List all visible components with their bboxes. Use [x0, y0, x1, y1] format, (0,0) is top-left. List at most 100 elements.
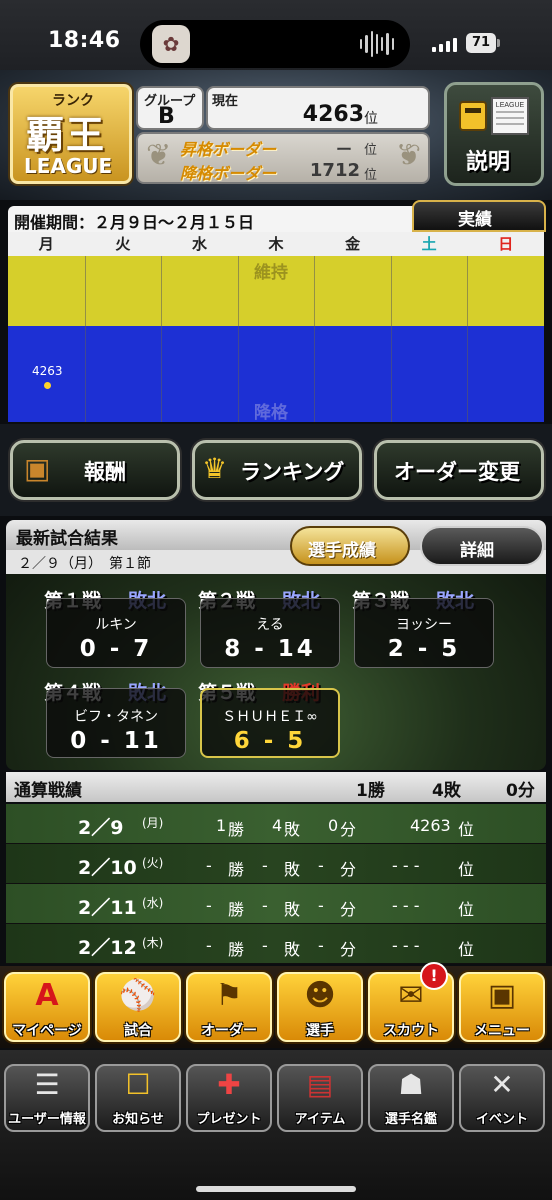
game-4-opponent: ビフ・タネン: [74, 709, 158, 725]
calendar-divider: [391, 256, 392, 422]
nav-user-info-label: ユーザー情報: [8, 1112, 86, 1127]
record-draws: 0: [328, 816, 339, 835]
game-1-opponent: ルキン: [95, 617, 137, 633]
laurel-left-icon: ❦: [146, 138, 172, 173]
record-rank-unit: 位: [458, 900, 475, 919]
lineup-icon: ⚑: [215, 978, 243, 1013]
nav-present-label: プレゼント: [196, 1112, 262, 1127]
record-wins: -: [206, 936, 212, 955]
nav-mypage-label: マイページ: [12, 1023, 82, 1039]
weekday-mon: 月: [38, 235, 54, 253]
calendar-divider: [314, 256, 315, 422]
cumulative-record-title: 通算戦績: [14, 781, 82, 801]
schedule-period: 開催期間：２月９日～２月１５日: [14, 213, 255, 232]
game-3-score: 2 - 5: [387, 636, 461, 662]
promotion-border-unit: 位: [364, 143, 378, 158]
record-wins-unit: 勝: [228, 940, 245, 959]
record-weekday: (木): [142, 936, 164, 950]
current-rank-value: 4263: [302, 102, 364, 127]
record-draws-unit: 分: [340, 820, 357, 839]
weekday-row: 月 火 水 木 金 土 日: [8, 232, 544, 256]
game-5-score: 6 - 5: [233, 728, 307, 754]
record-losses-unit: 敗: [284, 900, 301, 919]
record-date: 2／12: [78, 937, 137, 959]
nav-item-label: アイテム: [294, 1112, 346, 1127]
record-wins-unit: 勝: [228, 900, 245, 919]
clock: 18:46: [48, 28, 121, 53]
record-draws: -: [318, 936, 324, 955]
nav-player-directory-label: 選手名鑑: [384, 1112, 437, 1127]
record-losses: 4: [272, 816, 283, 835]
record-losses: -: [262, 856, 268, 875]
promotion-border-value: ー: [335, 140, 352, 159]
bats-and-ball-icon: ✕: [490, 1068, 514, 1101]
gift-icon: ✚: [217, 1068, 241, 1101]
rank-name: 覇王: [26, 113, 107, 157]
record-date: 2／10: [78, 857, 137, 879]
game-5-opponent: ＳＨＵＨＥＩ∞: [222, 709, 318, 725]
weekday-fri: 金: [345, 235, 361, 253]
record-wins-unit: 勝: [228, 860, 245, 879]
order-change-button-label: オーダー変更: [394, 460, 520, 484]
battery-tip: [497, 39, 500, 47]
group-value: B: [158, 104, 175, 129]
player-directory-icon: ☗: [398, 1068, 424, 1101]
player-icon: ☻: [304, 978, 336, 1013]
nav-news-label: お知らせ: [112, 1112, 164, 1127]
total-wins: 1勝: [356, 781, 385, 801]
item-book-icon: ▤: [306, 1068, 334, 1101]
record-weekday: (火): [142, 856, 164, 870]
nav-menu-label: メニュー: [474, 1023, 530, 1039]
rewards-button-label: 報酬: [84, 460, 126, 484]
nav-game-label: 試合: [124, 1023, 152, 1039]
crown-icon: ♛: [202, 452, 228, 485]
league-board-icon: LEAGUE: [459, 97, 529, 135]
details-button-label: 詳細: [460, 541, 494, 561]
latest-results-title: 最新試合結果: [16, 529, 118, 549]
game-2-opponent: える: [256, 617, 284, 633]
explain-button-label: 説明: [466, 150, 511, 175]
calendar-divider: [161, 256, 162, 422]
weekday-tue: 火: [115, 235, 131, 253]
record-draws: -: [318, 856, 324, 875]
weekday-wed: 水: [191, 235, 207, 253]
demotion-border-unit: 位: [364, 168, 378, 183]
record-losses: -: [262, 936, 268, 955]
record-rank-unit: 位: [458, 940, 475, 959]
record-losses-unit: 敗: [284, 820, 301, 839]
nav-order-label: オーダー: [201, 1023, 257, 1039]
record-rank: - - -: [392, 896, 420, 915]
baseball-field-icon: ⚾: [119, 978, 157, 1013]
record-wins: -: [206, 896, 212, 915]
latest-results-date: ２／９（月） 第１節: [18, 556, 151, 572]
nav-event-label: イベント: [475, 1112, 528, 1127]
record-losses-unit: 敗: [284, 940, 301, 959]
record-rank: - - -: [392, 856, 420, 875]
battery-indicator: 71: [466, 33, 496, 53]
record-wins: 1: [216, 816, 227, 835]
record-weekday: (水): [142, 896, 164, 910]
game-3-opponent: ヨッシー: [396, 617, 452, 633]
weekday-sat: 土: [421, 235, 437, 253]
record-losses-unit: 敗: [284, 860, 301, 879]
user-card-icon: ☰: [34, 1068, 60, 1101]
nav-players-label: 選手: [306, 1023, 334, 1039]
home-indicator: [196, 1186, 356, 1192]
record-wins-unit: 勝: [228, 820, 245, 839]
calendar-divider: [238, 256, 239, 422]
ranking-button-label: ランキング: [240, 460, 345, 484]
weekday-thu: 木: [268, 235, 284, 253]
calendar-divider: [467, 256, 468, 422]
total-losses: 4敗: [432, 781, 461, 801]
total-draws: 0分: [506, 781, 535, 801]
rank-plot-point: [44, 382, 51, 389]
record-draws-unit: 分: [340, 860, 357, 879]
record-date: 2／9: [78, 817, 124, 839]
record-wins: -: [206, 856, 212, 875]
audio-waveform-icon: [360, 30, 394, 58]
scout-notification-badge: !: [420, 962, 448, 990]
game-1-score: 0 - 7: [79, 636, 153, 662]
demotion-border-value: 1712: [309, 160, 360, 181]
signal-icon: [432, 36, 457, 52]
demotion-zone-label: 降格: [254, 403, 288, 423]
